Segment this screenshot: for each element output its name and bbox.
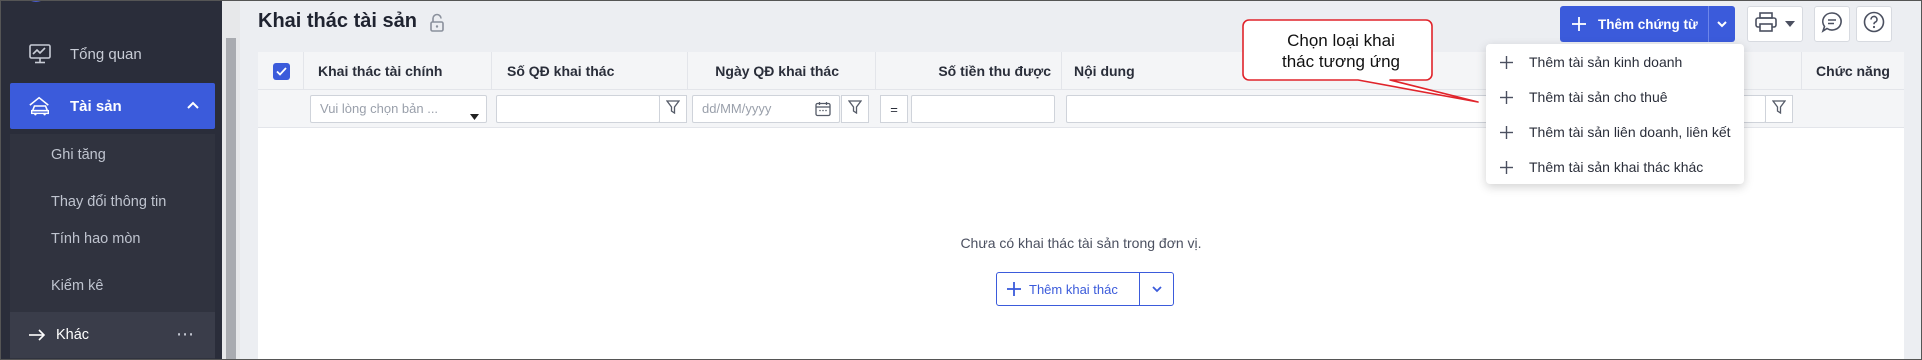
filter-icon	[847, 99, 863, 119]
decision-number-filter-input[interactable]	[496, 95, 660, 123]
help-icon	[1863, 11, 1885, 38]
caret-down-icon	[1785, 15, 1795, 33]
caret-down-icon	[470, 107, 479, 125]
plus-icon	[1572, 17, 1586, 31]
menu-item-label: Thêm tài sản cho thuê	[1529, 89, 1668, 105]
menu-item-label: Thêm tài sản liên doanh, liên kết	[1529, 124, 1731, 140]
sidebar-subitem-ghi-tang[interactable]: Ghi tăng	[51, 147, 106, 163]
plus-icon	[1500, 160, 1513, 174]
chevron-down-icon[interactable]	[1709, 6, 1735, 42]
decision-date-filter-button[interactable]	[841, 95, 869, 123]
arrow-right-icon	[28, 329, 46, 341]
menu-item-joint-venture-asset[interactable]: Thêm tài sản liên doanh, liên kết	[1486, 115, 1744, 149]
feedback-button[interactable]	[1814, 6, 1850, 42]
scrollbar-thumb[interactable]	[226, 38, 236, 360]
calendar-icon[interactable]	[815, 101, 831, 122]
sidebar-item-tong-quan[interactable]: Tổng quan	[10, 31, 215, 77]
car-house-icon	[28, 95, 52, 117]
select-all-cell	[258, 52, 304, 90]
chat-icon	[1821, 11, 1843, 38]
column-header-type[interactable]: Khai thác tài chính	[304, 52, 492, 90]
add-document-menu: Thêm tài sản kinh doanh Thêm tài sản cho…	[1486, 44, 1744, 184]
filter-icon	[1771, 99, 1787, 119]
sidebar-item-label: Tài sản	[70, 97, 122, 115]
add-exploitation-label: Thêm khai thác	[1029, 281, 1118, 297]
more-dots-icon[interactable]: ⋯	[176, 324, 195, 345]
sidebar-item-label: Tổng quan	[70, 45, 142, 63]
add-exploitation-button[interactable]: Thêm khai thác	[996, 272, 1174, 306]
select-all-checkbox[interactable]	[273, 63, 290, 80]
printer-icon	[1755, 11, 1777, 37]
content-filter-button[interactable]	[1765, 95, 1793, 123]
menu-item-rental-asset[interactable]: Thêm tài sản cho thuê	[1486, 80, 1744, 114]
sidebar-item-khac[interactable]: Khác ⋯	[10, 312, 215, 358]
chevron-up-icon[interactable]	[185, 97, 201, 117]
sidebar-item-tai-san[interactable]: Tài sản	[10, 83, 215, 129]
monitor-chart-icon	[28, 43, 52, 65]
column-header-decision-date[interactable]: Ngày QĐ khai thác	[688, 52, 876, 90]
callout-line-2: thác tương ứng	[1281, 52, 1401, 71]
sidebar-subitem-kiem-ke[interactable]: Kiểm kê	[51, 278, 103, 294]
menu-item-business-asset[interactable]: Thêm tài sản kinh doanh	[1486, 45, 1744, 79]
column-header-decision-number[interactable]: Số QĐ khai thác	[492, 52, 688, 90]
callout-line-1: Chọn loại khai	[1287, 31, 1395, 50]
menu-item-other-exploitation-asset[interactable]: Thêm tài sản khai thác khác	[1486, 150, 1744, 184]
column-header-actions: Chức năng	[1816, 63, 1890, 79]
print-button[interactable]	[1747, 6, 1803, 42]
type-filter-placeholder: Vui lòng chọn bản ...	[320, 101, 439, 116]
amount-operator-button[interactable]: =	[880, 95, 908, 123]
chevron-down-icon[interactable]	[1140, 273, 1174, 305]
add-document-label: Thêm chứng từ	[1598, 16, 1698, 32]
callout-text: Chọn loại khai thác tương ứng	[1250, 30, 1432, 72]
decision-number-filter-button[interactable]	[659, 95, 687, 123]
date-placeholder: dd/MM/yyyy	[702, 101, 772, 116]
sidebar-item-label: Khác	[56, 327, 90, 343]
amount-filter-input[interactable]	[911, 95, 1055, 123]
plus-icon	[1007, 282, 1021, 296]
app-logo	[22, 0, 50, 2]
filter-icon	[665, 99, 681, 119]
menu-item-label: Thêm tài sản kinh doanh	[1529, 54, 1683, 70]
empty-state-message: Chưa có khai thác tài sản trong đơn vị.	[960, 235, 1202, 251]
add-document-button[interactable]: Thêm chứng từ	[1560, 6, 1735, 42]
plus-icon	[1500, 125, 1513, 139]
column-header-amount[interactable]: Số tiền thu được	[876, 52, 1062, 90]
sidebar: Tổng quan Tài sản Ghi tăng Thay đổi thôn…	[0, 0, 240, 360]
type-filter-select[interactable]: Vui lòng chọn bản ...	[310, 95, 487, 123]
sidebar-subitem-thay-doi-thong-tin[interactable]: Thay đổi thông tin	[51, 194, 166, 210]
page-title: Khai thác tài sản	[258, 10, 417, 32]
help-button[interactable]	[1856, 6, 1892, 42]
sidebar-subitem-tinh-hao-mon[interactable]: Tính hao mòn	[51, 231, 140, 247]
sidebar-scrollbar[interactable]	[222, 0, 240, 360]
menu-item-label: Thêm tài sản khai thác khác	[1529, 159, 1704, 175]
operator-label: =	[890, 101, 898, 117]
unlock-icon[interactable]	[429, 13, 445, 38]
